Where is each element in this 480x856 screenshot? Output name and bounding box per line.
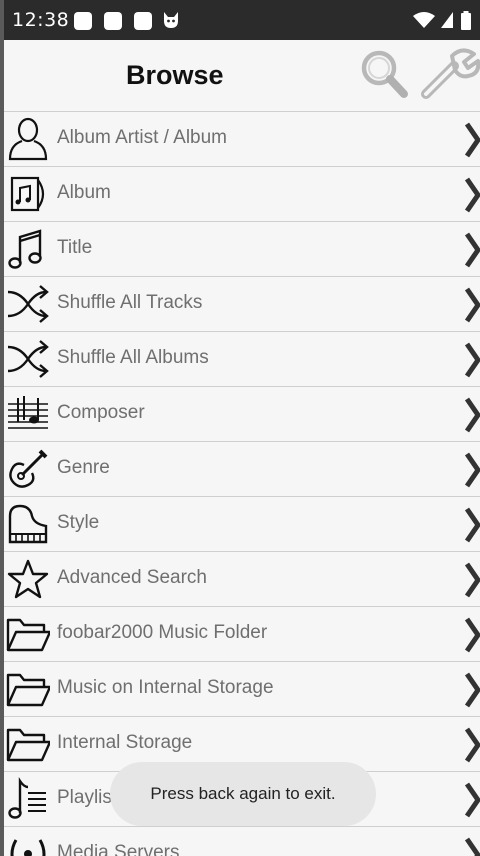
chevron-right-icon: [464, 672, 480, 708]
playlist-icon: [8, 777, 46, 819]
list-item-style[interactable]: Style: [4, 497, 480, 552]
list-item-music-internal[interactable]: Music on Internal Storage: [4, 662, 480, 717]
folder-icon: [6, 618, 50, 652]
list-item-title[interactable]: Title: [4, 222, 480, 277]
list-item-label: Internal Storage: [57, 732, 193, 753]
header: Browse: [4, 40, 480, 114]
shuffle-icon: [7, 340, 49, 378]
chevron-right-icon: [464, 452, 480, 488]
list-item-composer[interactable]: Composer: [4, 387, 480, 442]
music-note-icon: [8, 229, 42, 269]
battery-icon: [461, 11, 471, 30]
chevron-right-icon: [464, 122, 480, 158]
list-item-label: Album Artist / Album: [57, 127, 228, 148]
broadcast-icon: [10, 839, 46, 856]
list-item-shuffle-albums[interactable]: Shuffle All Albums: [4, 332, 480, 387]
folder-icon: [6, 728, 50, 762]
wifi-icon: [413, 12, 435, 28]
list-item-label: foobar2000 Music Folder: [57, 622, 268, 643]
star-icon: [7, 559, 49, 599]
chevron-right-icon: [464, 507, 480, 543]
list-item-album[interactable]: Album: [4, 167, 480, 222]
chevron-right-icon: [464, 177, 480, 213]
chevron-right-icon: [464, 727, 480, 763]
list-item-label: Music on Internal Storage: [57, 677, 274, 698]
list-item-media-servers[interactable]: Media Servers: [4, 827, 480, 856]
chevron-right-icon: [464, 287, 480, 323]
chevron-right-icon: [464, 342, 480, 378]
list-item-shuffle-tracks[interactable]: Shuffle All Tracks: [4, 277, 480, 332]
list-item-label: Genre: [57, 457, 110, 478]
shuffle-icon: [7, 285, 49, 323]
list-item-foobar-folder[interactable]: foobar2000 Music Folder: [4, 607, 480, 662]
app-screen: 12:38 Browse Album Artist / Album Album …: [4, 0, 480, 856]
notification-icon: [134, 12, 152, 30]
chevron-right-icon: [464, 837, 480, 856]
app-cat-icon: [164, 12, 178, 28]
page-title: Browse: [126, 60, 224, 90]
notification-icon: [74, 12, 92, 30]
piano-icon: [8, 504, 48, 544]
search-icon[interactable]: [358, 48, 410, 100]
list-item-label: Title: [57, 237, 93, 258]
chevron-right-icon: [464, 397, 480, 433]
staff-icon: [8, 396, 48, 429]
list-item-album-artist[interactable]: Album Artist / Album: [4, 111, 480, 167]
list-item-genre[interactable]: Genre: [4, 442, 480, 497]
folder-icon: [6, 673, 50, 707]
chevron-right-icon: [464, 232, 480, 268]
guitar-icon: [9, 449, 48, 488]
list-item-label: Composer: [57, 402, 145, 423]
signal-icon: [441, 12, 453, 28]
toast-message: Press back again to exit.: [110, 762, 376, 826]
chevron-right-icon: [464, 782, 480, 818]
chevron-right-icon: [464, 562, 480, 598]
album-icon: [10, 176, 45, 212]
list-item-label: Album: [57, 182, 111, 203]
browse-list: Album Artist / Album Album Title Shuffle…: [4, 111, 480, 856]
list-item-label: Shuffle All Tracks: [57, 292, 203, 313]
list-item-label: Style: [57, 512, 100, 533]
list-item-label: Media Servers: [57, 842, 180, 856]
list-item-label: Shuffle All Albums: [57, 347, 209, 368]
chevron-right-icon: [464, 617, 480, 653]
notification-icon: [104, 12, 122, 30]
person-icon: [8, 117, 48, 161]
status-time: 12:38: [12, 9, 70, 31]
wrench-icon[interactable]: [418, 48, 480, 100]
list-item-advanced-search[interactable]: Advanced Search: [4, 552, 480, 607]
list-item-label: Advanced Search: [57, 567, 207, 588]
status-bar: 12:38: [4, 0, 480, 40]
